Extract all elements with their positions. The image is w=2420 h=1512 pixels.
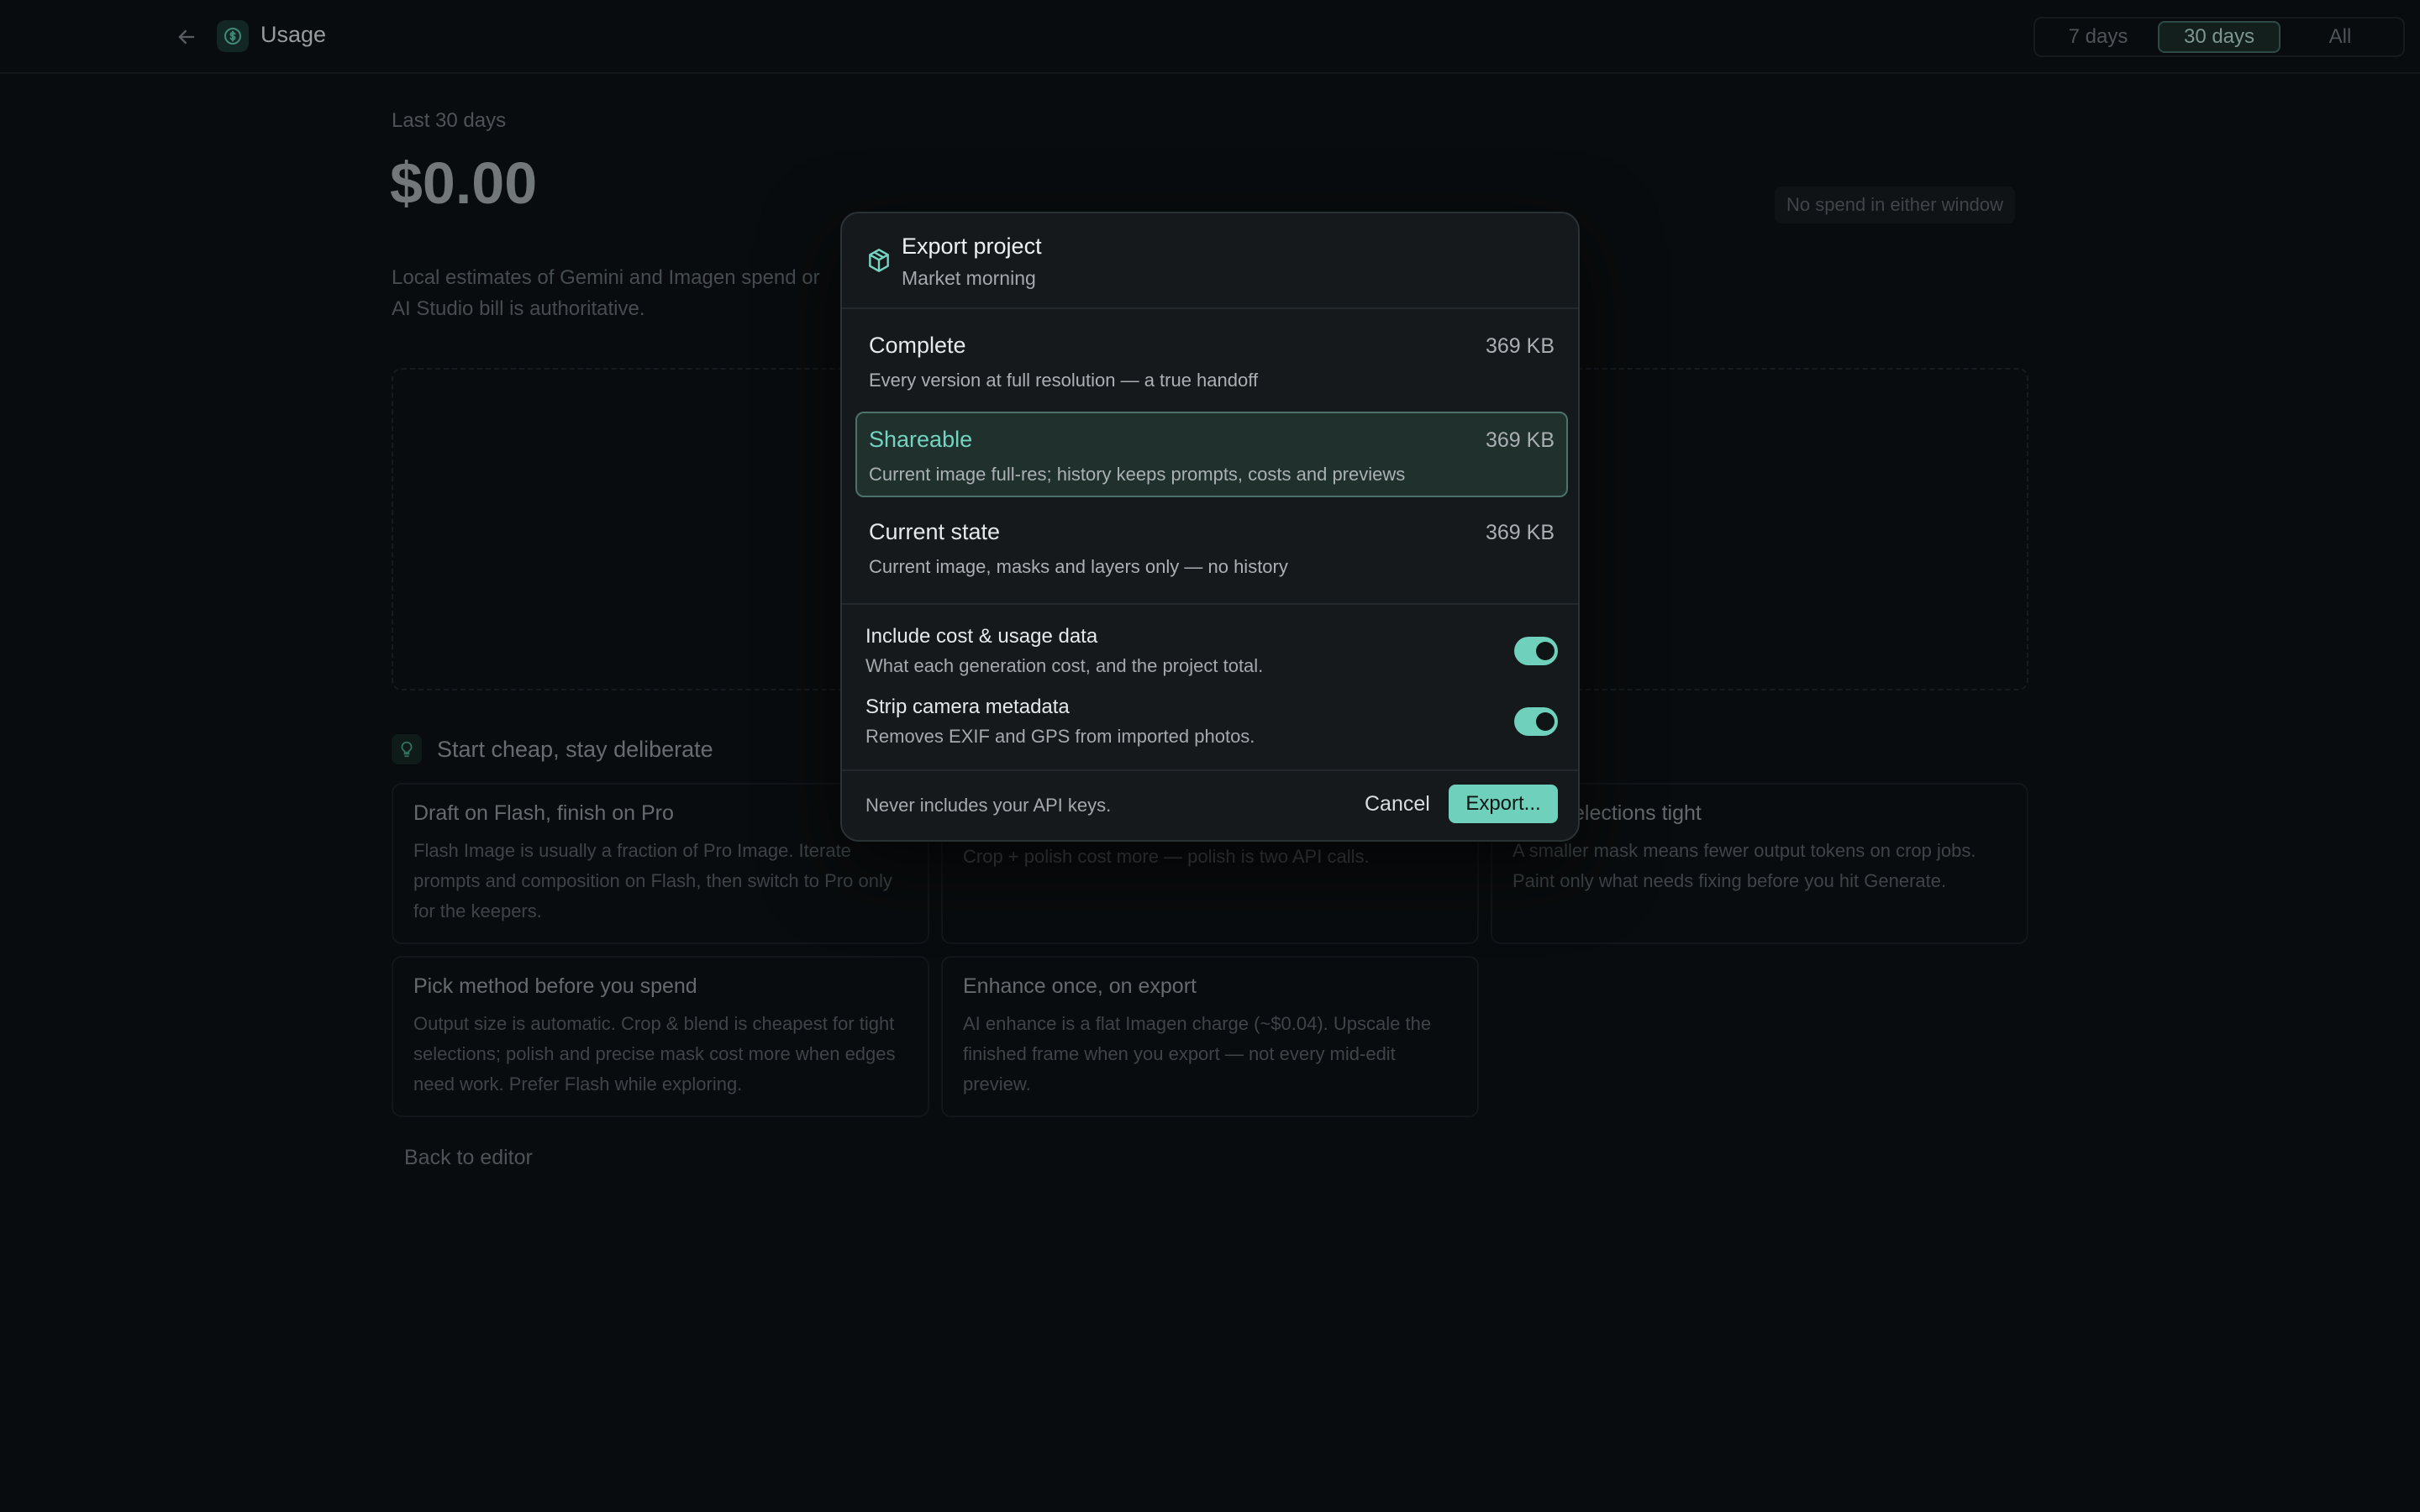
switch-knob [1536, 642, 1555, 660]
option-size: 369 KB [1485, 428, 1555, 452]
option-name: Shareable [869, 427, 973, 452]
include-cost-switch[interactable] [1514, 637, 1558, 665]
package-icon [869, 249, 889, 272]
option-name: Current state [869, 519, 1001, 544]
option-name: Complete [869, 333, 966, 358]
toggle-include-cost: Include cost & usage data What each gene… [865, 625, 1558, 684]
toggle-help: Removes EXIF and GPS from imported photo… [865, 726, 1255, 747]
switch-knob [1536, 712, 1555, 731]
export-option-shareable[interactable]: Shareable 369 KB Current image full-res;… [855, 412, 1568, 497]
option-size: 369 KB [1485, 334, 1555, 358]
strip-metadata-switch[interactable] [1514, 707, 1558, 736]
option-description: Every version at full resolution — a tru… [869, 370, 1259, 391]
toggle-strip-metadata: Strip camera metadata Removes EXIF and G… [865, 696, 1558, 754]
option-size: 369 KB [1485, 521, 1555, 544]
api-keys-note: Never includes your API keys. [865, 795, 1112, 816]
dialog-title: Export project [902, 234, 1042, 259]
toggle-help: What each generation cost, and the proje… [865, 655, 1264, 676]
dialog-header: Export project Market morning [842, 213, 1578, 309]
dialog-subtitle: Market morning [902, 267, 1036, 289]
option-description: Current image full-res; history keeps pr… [869, 464, 1406, 485]
export-project-dialog: Export project Market morning Complete 3… [840, 212, 1580, 842]
export-button[interactable]: Export... [1449, 785, 1558, 823]
toggle-label: Strip camera metadata [865, 696, 1070, 718]
export-option-current-state[interactable]: Current state 369 KB Current image, mask… [855, 504, 1568, 590]
toggle-label: Include cost & usage data [865, 625, 1098, 648]
divider [842, 603, 1578, 605]
cancel-button[interactable]: Cancel [1355, 785, 1440, 823]
divider [842, 769, 1578, 771]
option-description: Current image, masks and layers only — n… [869, 556, 1288, 577]
export-option-complete[interactable]: Complete 369 KB Every version at full re… [855, 318, 1568, 403]
